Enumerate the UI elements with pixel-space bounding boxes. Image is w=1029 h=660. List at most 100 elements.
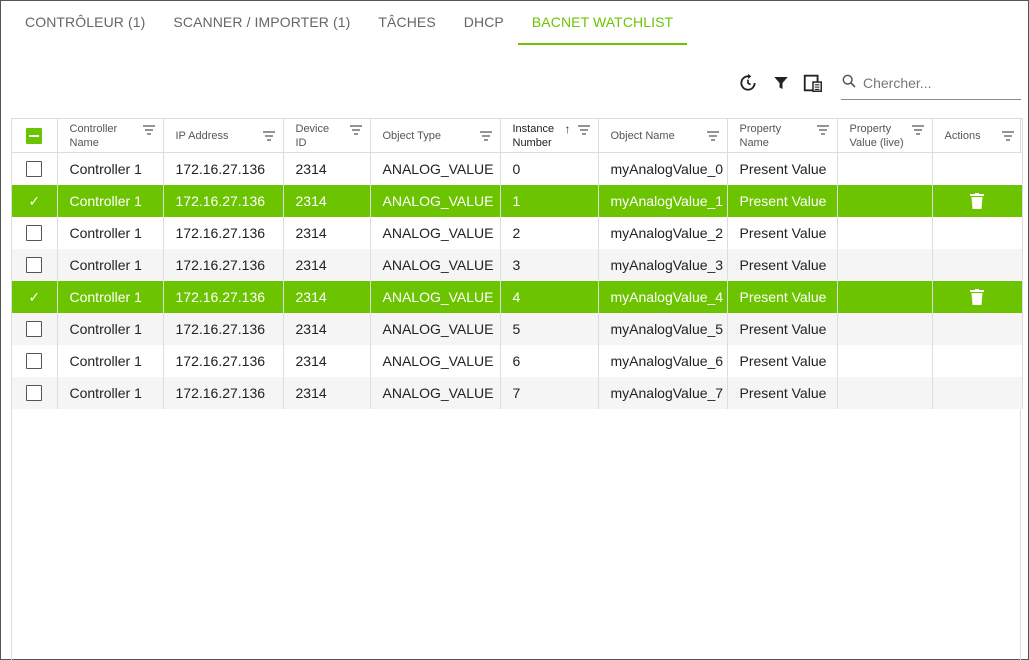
cell-device-id: 2314 <box>283 312 371 345</box>
row-checkbox-cell[interactable] <box>12 376 58 409</box>
cell-ip-address: 172.16.27.136 <box>163 376 284 409</box>
row-checkbox-cell[interactable] <box>12 312 58 345</box>
cell-object-name: myAnalogValue_5 <box>598 312 728 345</box>
cell-object-type: ANALOG_VALUE <box>370 152 501 185</box>
cell-instance-number: 2 <box>500 216 599 249</box>
table-row[interactable]: Controller 1 172.16.27.136 2314 ANALOG_VALU… <box>12 152 1023 185</box>
row-checkbox-cell[interactable] <box>12 248 58 281</box>
tab-bacnet-watchlist[interactable]: BACNET WATCHLIST <box>517 1 688 45</box>
tab-taches[interactable]: TÂCHES <box>364 1 449 43</box>
table-row[interactable]: Controller 1 172.16.27.136 2314 ANALOG_VALU… <box>12 376 1023 409</box>
cell-object-name: myAnalogValue_2 <box>598 216 728 249</box>
cell-object-name: myAnalogValue_4 <box>598 280 728 313</box>
cell-device-id: 2314 <box>283 152 371 185</box>
cell-property-name: Present Value <box>727 312 838 345</box>
cell-property-value <box>837 184 933 217</box>
cell-device-id: 2314 <box>283 184 371 217</box>
cell-object-name: myAnalogValue_1 <box>598 184 728 217</box>
cell-property-value <box>837 344 933 377</box>
delete-icon[interactable] <box>970 193 984 210</box>
refresh-icon[interactable] <box>736 71 760 95</box>
row-checkbox-checked[interactable]: ✓ <box>26 193 42 209</box>
cell-property-name: Present Value <box>727 376 838 409</box>
row-checkbox-cell[interactable]: ✓ <box>12 184 58 217</box>
cell-object-type: ANALOG_VALUE <box>370 280 501 313</box>
column-filter-icon[interactable] <box>1001 130 1014 142</box>
select-all-checkbox-cell[interactable] <box>12 118 58 153</box>
row-checkbox-cell[interactable] <box>12 152 58 185</box>
export-icon[interactable] <box>801 71 825 95</box>
col-controller-name[interactable]: Controller Name <box>57 118 164 153</box>
column-filter-icon[interactable] <box>577 124 590 136</box>
cell-actions <box>932 344 1023 377</box>
column-filter-icon[interactable] <box>911 124 924 136</box>
table-header-row: Controller Name IP Address Device ID Objec… <box>12 118 1023 153</box>
search-input[interactable] <box>863 75 1013 91</box>
row-checkbox-checked[interactable]: ✓ <box>26 289 42 305</box>
cell-actions <box>932 280 1023 313</box>
cell-ip-address: 172.16.27.136 <box>163 312 284 345</box>
table-row[interactable]: Controller 1 172.16.27.136 2314 ANALOG_VALU… <box>12 248 1023 281</box>
cell-property-name: Present Value <box>727 344 838 377</box>
row-checkbox[interactable] <box>26 385 43 402</box>
col-device-id[interactable]: Device ID <box>283 118 371 153</box>
table-row[interactable]: ✓ Controller 1 172.16.27.136 2314 ANALOG_VAL… <box>12 184 1023 217</box>
tab-scanner-importer[interactable]: SCANNER / IMPORTER (1) <box>159 1 364 43</box>
tab-controleur[interactable]: CONTRÔLEUR (1) <box>11 1 159 43</box>
column-filter-icon[interactable] <box>349 124 362 136</box>
row-checkbox-cell[interactable] <box>12 216 58 249</box>
column-filter-icon[interactable] <box>706 130 719 142</box>
col-object-name[interactable]: Object Name <box>598 118 728 153</box>
cell-ip-address: 172.16.27.136 <box>163 280 284 313</box>
cell-instance-number: 5 <box>500 312 599 345</box>
table-row[interactable]: Controller 1 172.16.27.136 2314 ANALOG_VALU… <box>12 312 1023 345</box>
tab-dhcp[interactable]: DHCP <box>450 1 518 43</box>
col-actions[interactable]: Actions <box>932 118 1023 153</box>
column-filter-icon[interactable] <box>142 124 155 136</box>
row-checkbox[interactable] <box>26 161 43 178</box>
row-checkbox[interactable] <box>26 257 43 274</box>
table-row[interactable]: Controller 1 172.16.27.136 2314 ANALOG_VALU… <box>12 216 1023 249</box>
cell-actions <box>932 376 1023 409</box>
col-ip-address[interactable]: IP Address <box>163 118 284 153</box>
column-filter-icon[interactable] <box>262 130 275 142</box>
column-filter-icon[interactable] <box>816 124 829 136</box>
sort-ascending-icon[interactable]: ↑ <box>565 122 571 136</box>
cell-object-type: ANALOG_VALUE <box>370 312 501 345</box>
cell-object-type: ANALOG_VALUE <box>370 184 501 217</box>
cell-ip-address: 172.16.27.136 <box>163 216 284 249</box>
row-checkbox-cell[interactable] <box>12 344 58 377</box>
cell-property-name: Present Value <box>727 248 838 281</box>
cell-property-value <box>837 152 933 185</box>
cell-instance-number: 1 <box>500 184 599 217</box>
cell-controller-name: Controller 1 <box>57 344 164 377</box>
cell-controller-name: Controller 1 <box>57 152 164 185</box>
cell-property-name: Present Value <box>727 184 838 217</box>
cell-property-value <box>837 216 933 249</box>
cell-instance-number: 7 <box>500 376 599 409</box>
row-checkbox[interactable] <box>26 225 43 242</box>
col-instance-number[interactable]: Instance Number ↑ <box>500 118 599 153</box>
column-filter-icon[interactable] <box>479 130 492 142</box>
delete-icon[interactable] <box>970 289 984 306</box>
cell-ip-address: 172.16.27.136 <box>163 248 284 281</box>
cell-instance-number: 4 <box>500 280 599 313</box>
table-row[interactable]: Controller 1 172.16.27.136 2314 ANALOG_VALU… <box>12 344 1023 377</box>
cell-object-name: myAnalogValue_6 <box>598 344 728 377</box>
col-object-type[interactable]: Object Type <box>370 118 501 153</box>
cell-property-value <box>837 248 933 281</box>
cell-controller-name: Controller 1 <box>57 216 164 249</box>
select-all-checkbox[interactable] <box>26 127 43 144</box>
row-checkbox-cell[interactable]: ✓ <box>12 280 58 313</box>
row-checkbox[interactable] <box>26 321 43 338</box>
col-property-value-live[interactable]: Property Value (live) <box>837 118 933 153</box>
table-row[interactable]: ✓ Controller 1 172.16.27.136 2314 ANALOG_VAL… <box>12 280 1023 313</box>
cell-object-type: ANALOG_VALUE <box>370 344 501 377</box>
cell-property-name: Present Value <box>727 152 838 185</box>
cell-instance-number: 6 <box>500 344 599 377</box>
filter-icon[interactable] <box>769 71 793 95</box>
cell-instance-number: 3 <box>500 248 599 281</box>
cell-controller-name: Controller 1 <box>57 280 164 313</box>
col-property-name[interactable]: Property Name <box>727 118 838 153</box>
row-checkbox[interactable] <box>26 353 43 370</box>
